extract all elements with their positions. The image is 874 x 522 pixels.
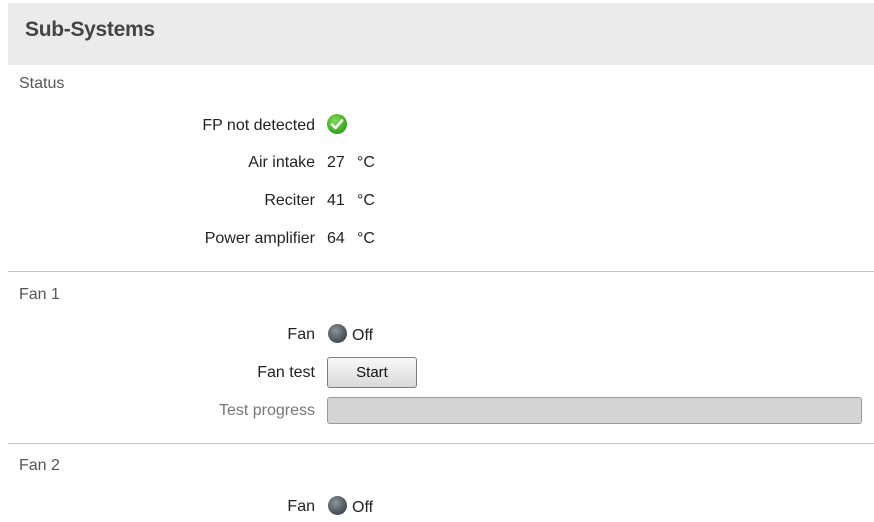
- reading-label-power-amplifier: Power amplifier: [204, 230, 315, 247]
- led-indicator-icon: [328, 324, 347, 343]
- reading-unit-reciter: °C: [357, 192, 375, 209]
- reading-value-air-intake: 27: [327, 154, 345, 171]
- fan1-state: Off: [352, 327, 374, 344]
- section-title-status: Status: [19, 75, 65, 92]
- section-divider: [8, 271, 874, 272]
- fan-test-label: Fan test: [257, 364, 315, 381]
- reading-label-reciter: Reciter: [264, 192, 315, 209]
- reading-value-power-amplifier: 64: [327, 230, 345, 247]
- reading-unit-air-intake: °C: [357, 154, 375, 171]
- panel-header: Sub-Systems: [8, 3, 874, 65]
- section-title-fan1: Fan 1: [19, 286, 60, 303]
- reading-value-reciter: 41: [327, 192, 345, 209]
- fan-test-start-button[interactable]: Start: [327, 357, 417, 388]
- section-divider: [8, 443, 874, 444]
- reading-unit-power-amplifier: °C: [357, 230, 375, 247]
- panel-title: Sub-Systems: [25, 18, 155, 41]
- fan2-label: Fan: [287, 498, 315, 515]
- fan1-label: Fan: [287, 326, 315, 343]
- fan2-state: Off: [352, 499, 374, 516]
- fp-status-label: FP not detected: [202, 117, 315, 134]
- reading-label-air-intake: Air intake: [248, 154, 315, 171]
- test-progress-bar: [327, 397, 862, 424]
- led-indicator-icon: [328, 496, 347, 515]
- check-circle-icon: [327, 114, 347, 134]
- section-title-fan2: Fan 2: [19, 457, 60, 474]
- test-progress-label: Test progress: [218, 402, 315, 419]
